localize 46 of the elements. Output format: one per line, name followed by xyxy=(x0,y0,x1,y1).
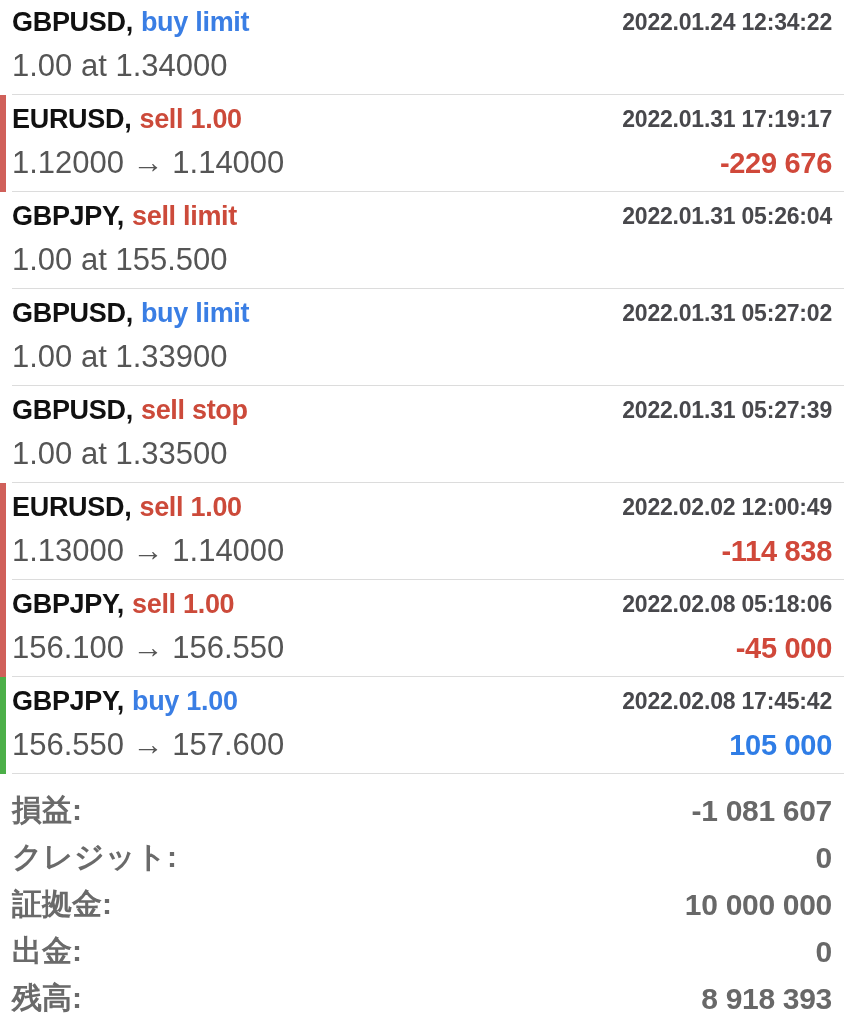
price-label: 1.00 at 1.34000 xyxy=(12,48,228,84)
symbol-label: EURUSD, xyxy=(12,491,132,523)
order-type-label: sell 1.00 xyxy=(139,491,242,523)
price-label: 156.100 → 156.550 xyxy=(12,630,285,666)
order-type-label: sell limit xyxy=(131,200,237,232)
summary-value: 10 000 000 xyxy=(684,887,832,922)
symbol-label: GBPJPY, xyxy=(12,685,124,717)
order-type-label: buy limit xyxy=(140,297,250,329)
summary-label: 出金: xyxy=(12,933,82,969)
symbol-label: GBPUSD, xyxy=(12,6,133,38)
profit-label: -45 000 xyxy=(735,631,832,665)
price-label: 1.00 at 1.33500 xyxy=(12,436,228,472)
symbol-label: GBPUSD, xyxy=(12,394,133,426)
time-label: 2022.01.31 05:26:04 xyxy=(622,202,832,230)
order-type-label: sell 1.00 xyxy=(131,588,235,620)
time-label: 2022.01.31 17:19:17 xyxy=(622,105,832,133)
summary-value: 8 918 393 xyxy=(701,981,832,1016)
symbol-label: EURUSD, xyxy=(12,103,132,135)
summary-value: 0 xyxy=(815,934,832,969)
profit-label: -229 676 xyxy=(719,146,832,180)
time-label: 2022.01.31 05:27:39 xyxy=(622,396,832,424)
summary-label: 損益: xyxy=(12,792,82,828)
symbol-label: GBPJPY, xyxy=(12,588,124,620)
order-type-label: sell 1.00 xyxy=(139,103,242,135)
time-label: 2022.02.02 12:00:49 xyxy=(622,493,832,521)
price-label: 1.12000 → 1.14000 xyxy=(12,145,285,181)
time-label: 2022.02.08 05:18:06 xyxy=(622,590,832,618)
summary-label: 残高: xyxy=(12,980,82,1016)
symbol-label: GBPJPY, xyxy=(12,200,124,232)
time-label: 2022.01.31 05:27:02 xyxy=(622,299,832,327)
profit-label: 105 000 xyxy=(729,728,832,762)
time-label: 2022.02.08 17:45:42 xyxy=(622,687,832,715)
price-label: 1.00 at 155.500 xyxy=(12,242,228,278)
summary-label: クレジット: xyxy=(12,839,177,875)
order-type-label: buy 1.00 xyxy=(131,685,238,717)
profit-label: -114 838 xyxy=(721,534,832,568)
price-label: 156.550 → 157.600 xyxy=(12,727,285,763)
symbol-label: GBPUSD, xyxy=(12,297,133,329)
price-label: 1.13000 → 1.14000 xyxy=(12,533,285,569)
summary-label: 証拠金: xyxy=(12,886,112,922)
order-type-label: sell stop xyxy=(140,394,248,426)
order-type-label: buy limit xyxy=(140,6,250,38)
summary-value: 0 xyxy=(815,840,832,875)
price-label: 1.00 at 1.33900 xyxy=(12,339,228,375)
summary-value: -1 081 607 xyxy=(691,793,832,828)
time-label: 2022.01.24 12:34:22 xyxy=(622,8,832,36)
